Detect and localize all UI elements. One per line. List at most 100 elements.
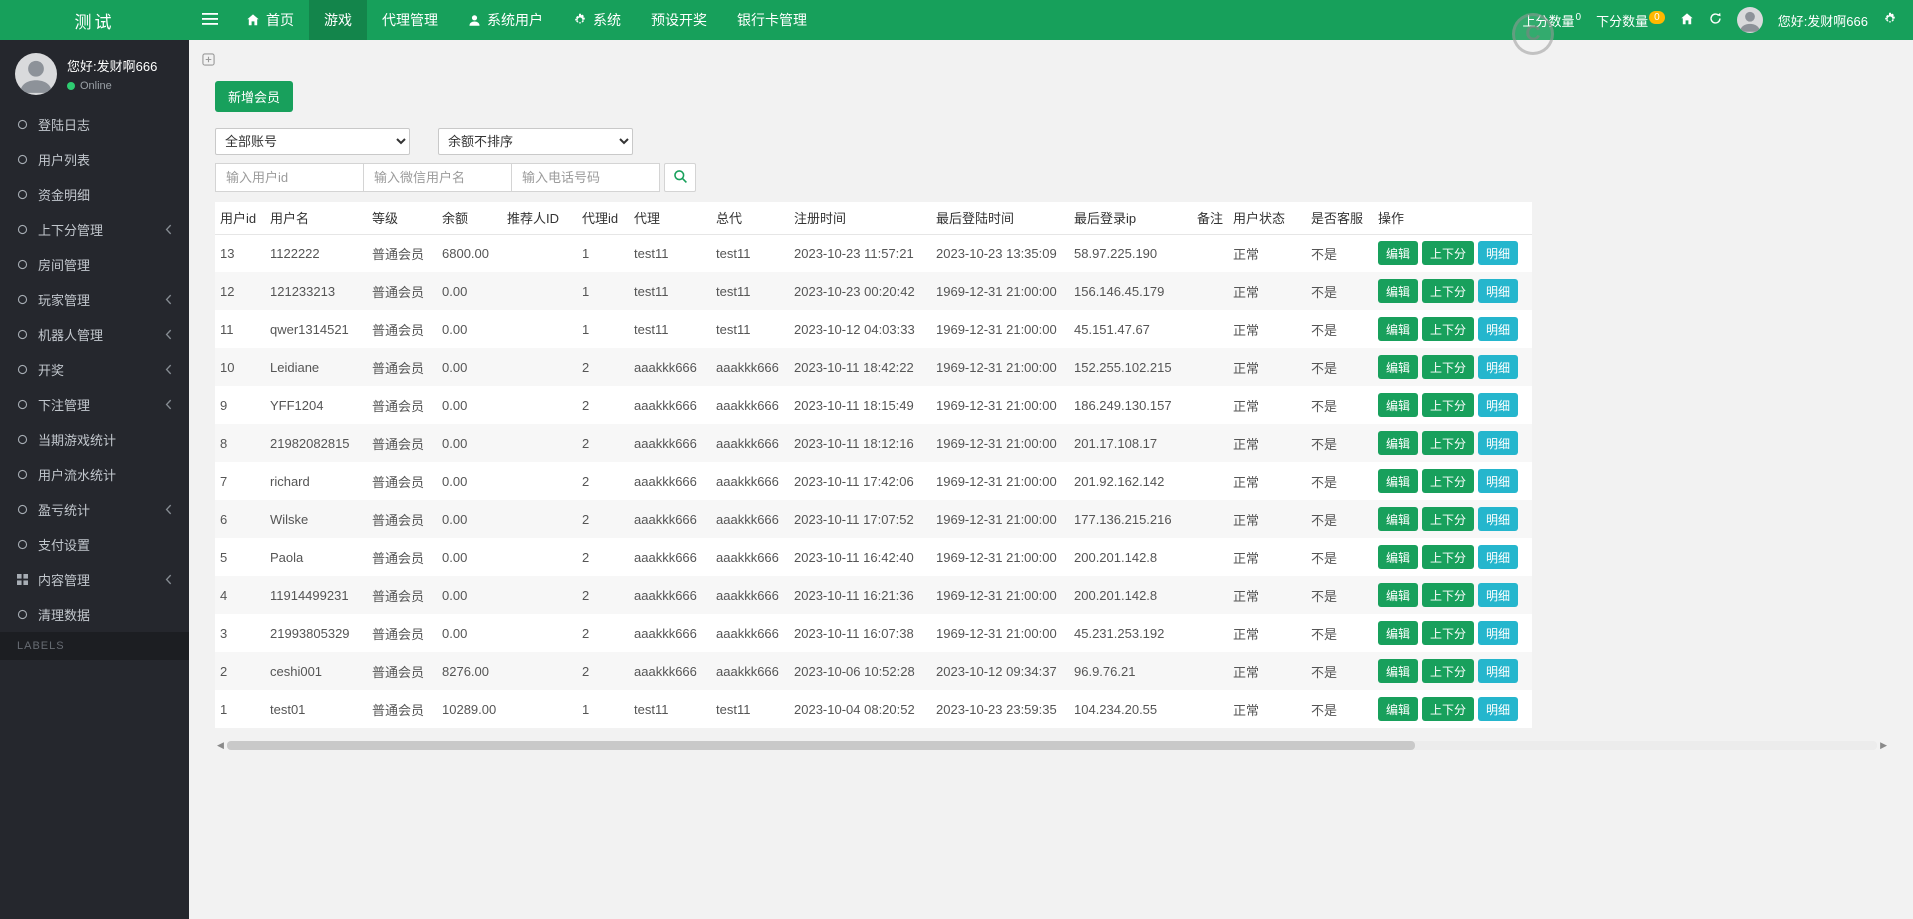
menu-toggle-button[interactable] <box>189 0 231 40</box>
detail-button[interactable]: 明细 <box>1478 469 1519 493</box>
edit-button[interactable]: 编辑 <box>1378 393 1419 417</box>
nav-item-5[interactable]: 预设开奖 <box>636 0 722 40</box>
detail-button[interactable]: 明细 <box>1478 393 1519 417</box>
edit-button[interactable]: 编辑 <box>1378 659 1419 683</box>
down-count[interactable]: 下分数量 0 <box>1596 11 1665 30</box>
detail-button[interactable]: 明细 <box>1478 621 1519 645</box>
home-button[interactable] <box>1680 12 1694 29</box>
wechat-name-input[interactable] <box>363 163 512 192</box>
sidebar-item-6[interactable]: 机器人管理 <box>0 317 189 352</box>
page-collapse-icon[interactable] <box>202 53 215 66</box>
detail-button[interactable]: 明细 <box>1478 507 1519 531</box>
detail-button[interactable]: 明细 <box>1478 545 1519 569</box>
updown-points-button[interactable]: 上下分 <box>1422 393 1475 417</box>
edit-button[interactable]: 编辑 <box>1378 317 1419 341</box>
edit-button[interactable]: 编辑 <box>1378 431 1419 455</box>
edit-button[interactable]: 编辑 <box>1378 355 1419 379</box>
sidebar-item-1[interactable]: 用户列表 <box>0 142 189 177</box>
sidebar-item-2[interactable]: 资金明细 <box>0 177 189 212</box>
nav-item-4[interactable]: 系统 <box>558 0 636 40</box>
edit-button[interactable]: 编辑 <box>1378 583 1419 607</box>
updown-points-button[interactable]: 上下分 <box>1422 431 1475 455</box>
table-cell: 2 <box>582 397 590 413</box>
scroll-left-icon[interactable]: ◀ <box>217 741 224 750</box>
sidebar-item-8[interactable]: 下注管理 <box>0 387 189 422</box>
settings-button[interactable] <box>1883 12 1897 29</box>
table-cell: 不是 <box>1311 588 1338 604</box>
up-count-badge: 0 <box>1575 12 1582 24</box>
sidebar-item-14[interactable]: 清理数据 <box>0 597 189 632</box>
header-avatar[interactable] <box>1736 7 1763 33</box>
sidebar-item-11[interactable]: 盈亏统计 <box>0 492 189 527</box>
sidebar-item-12[interactable]: 支付设置 <box>0 527 189 562</box>
user-icon <box>468 14 481 27</box>
table-cell <box>1192 614 1228 652</box>
edit-button[interactable]: 编辑 <box>1378 545 1419 569</box>
edit-button[interactable]: 编辑 <box>1378 279 1419 303</box>
sidebar-item-10[interactable]: 用户流水统计 <box>0 457 189 492</box>
header-greeting[interactable]: 您好:发财啊666 <box>1778 11 1868 30</box>
table-cell: 2023-10-11 17:42:06 <box>794 473 914 489</box>
updown-points-button[interactable]: 上下分 <box>1422 469 1475 493</box>
table-cell <box>1192 424 1228 462</box>
add-member-button[interactable]: 新增会员 <box>215 81 294 112</box>
sidebar-item-7[interactable]: 开奖 <box>0 352 189 387</box>
detail-button[interactable]: 明细 <box>1478 583 1519 607</box>
table-row: 9 YFF1204 普通会员 0.00 2 aaakkk666 aaakkk666 2023-… <box>215 386 1532 424</box>
user-id-input[interactable] <box>215 163 364 192</box>
table-cell: 不是 <box>1311 322 1338 338</box>
detail-button[interactable]: 明细 <box>1478 431 1519 455</box>
nav-item-6[interactable]: 银行卡管理 <box>722 0 822 40</box>
edit-button[interactable]: 编辑 <box>1378 507 1419 531</box>
search-button[interactable] <box>664 163 696 192</box>
sidebar-item-3[interactable]: 上下分管理 <box>0 212 189 247</box>
table-cell: aaakkk666 <box>716 435 779 451</box>
table-cell: 45.151.47.67 <box>1074 321 1150 337</box>
detail-button[interactable]: 明细 <box>1478 659 1519 683</box>
detail-button[interactable]: 明细 <box>1478 355 1519 379</box>
sidebar-item-4[interactable]: 房间管理 <box>0 247 189 282</box>
table-cell: 正常 <box>1233 550 1260 566</box>
edit-button[interactable]: 编辑 <box>1378 241 1419 266</box>
detail-button[interactable]: 明细 <box>1478 241 1519 266</box>
updown-points-button[interactable]: 上下分 <box>1422 659 1475 683</box>
scrollbar-track[interactable] <box>226 741 1878 750</box>
detail-button[interactable]: 明细 <box>1478 279 1519 303</box>
nav-item-0[interactable]: 首页 <box>231 0 309 40</box>
scroll-right-icon[interactable]: ▶ <box>1880 741 1887 750</box>
nav-item-3[interactable]: 系统用户 <box>453 0 558 40</box>
updown-points-button[interactable]: 上下分 <box>1422 317 1475 341</box>
account-filter-select[interactable]: 全部账号 <box>215 128 410 155</box>
table-cell: 不是 <box>1311 246 1338 262</box>
column-header: 代理id <box>577 202 629 235</box>
online-status-label: Online <box>80 80 112 92</box>
table-cell <box>1192 462 1228 500</box>
updown-points-button[interactable]: 上下分 <box>1422 355 1475 379</box>
updown-points-button[interactable]: 上下分 <box>1422 583 1475 607</box>
detail-button[interactable]: 明细 <box>1478 317 1519 341</box>
nav-item-2[interactable]: 代理管理 <box>367 0 453 40</box>
edit-button[interactable]: 编辑 <box>1378 697 1419 721</box>
phone-input[interactable] <box>511 163 660 192</box>
updown-points-button[interactable]: 上下分 <box>1422 697 1475 721</box>
updown-points-button[interactable]: 上下分 <box>1422 621 1475 645</box>
detail-button[interactable]: 明细 <box>1478 697 1519 721</box>
table-row: 7 richard 普通会员 0.00 2 aaakkk666 aaakkk666 2023-… <box>215 462 1532 500</box>
circle-icon <box>17 469 28 480</box>
sidebar-item-13[interactable]: 内容管理 <box>0 562 189 597</box>
updown-points-button[interactable]: 上下分 <box>1422 545 1475 569</box>
sidebar-item-5[interactable]: 玩家管理 <box>0 282 189 317</box>
sidebar-item-0[interactable]: 登陆日志 <box>0 107 189 142</box>
refresh-button[interactable] <box>1709 12 1722 28</box>
edit-button[interactable]: 编辑 <box>1378 469 1419 493</box>
scrollbar-thumb[interactable] <box>226 741 1416 750</box>
table-cell <box>1192 576 1228 614</box>
edit-button[interactable]: 编辑 <box>1378 621 1419 645</box>
nav-item-1[interactable]: 游戏 <box>309 0 367 40</box>
sidebar-item-9[interactable]: 当期游戏统计 <box>0 422 189 457</box>
balance-sort-select[interactable]: 余额不排序 <box>438 128 633 155</box>
updown-points-button[interactable]: 上下分 <box>1422 507 1475 531</box>
updown-points-button[interactable]: 上下分 <box>1422 279 1475 303</box>
sidebar-avatar[interactable] <box>15 53 57 95</box>
updown-points-button[interactable]: 上下分 <box>1422 241 1475 266</box>
